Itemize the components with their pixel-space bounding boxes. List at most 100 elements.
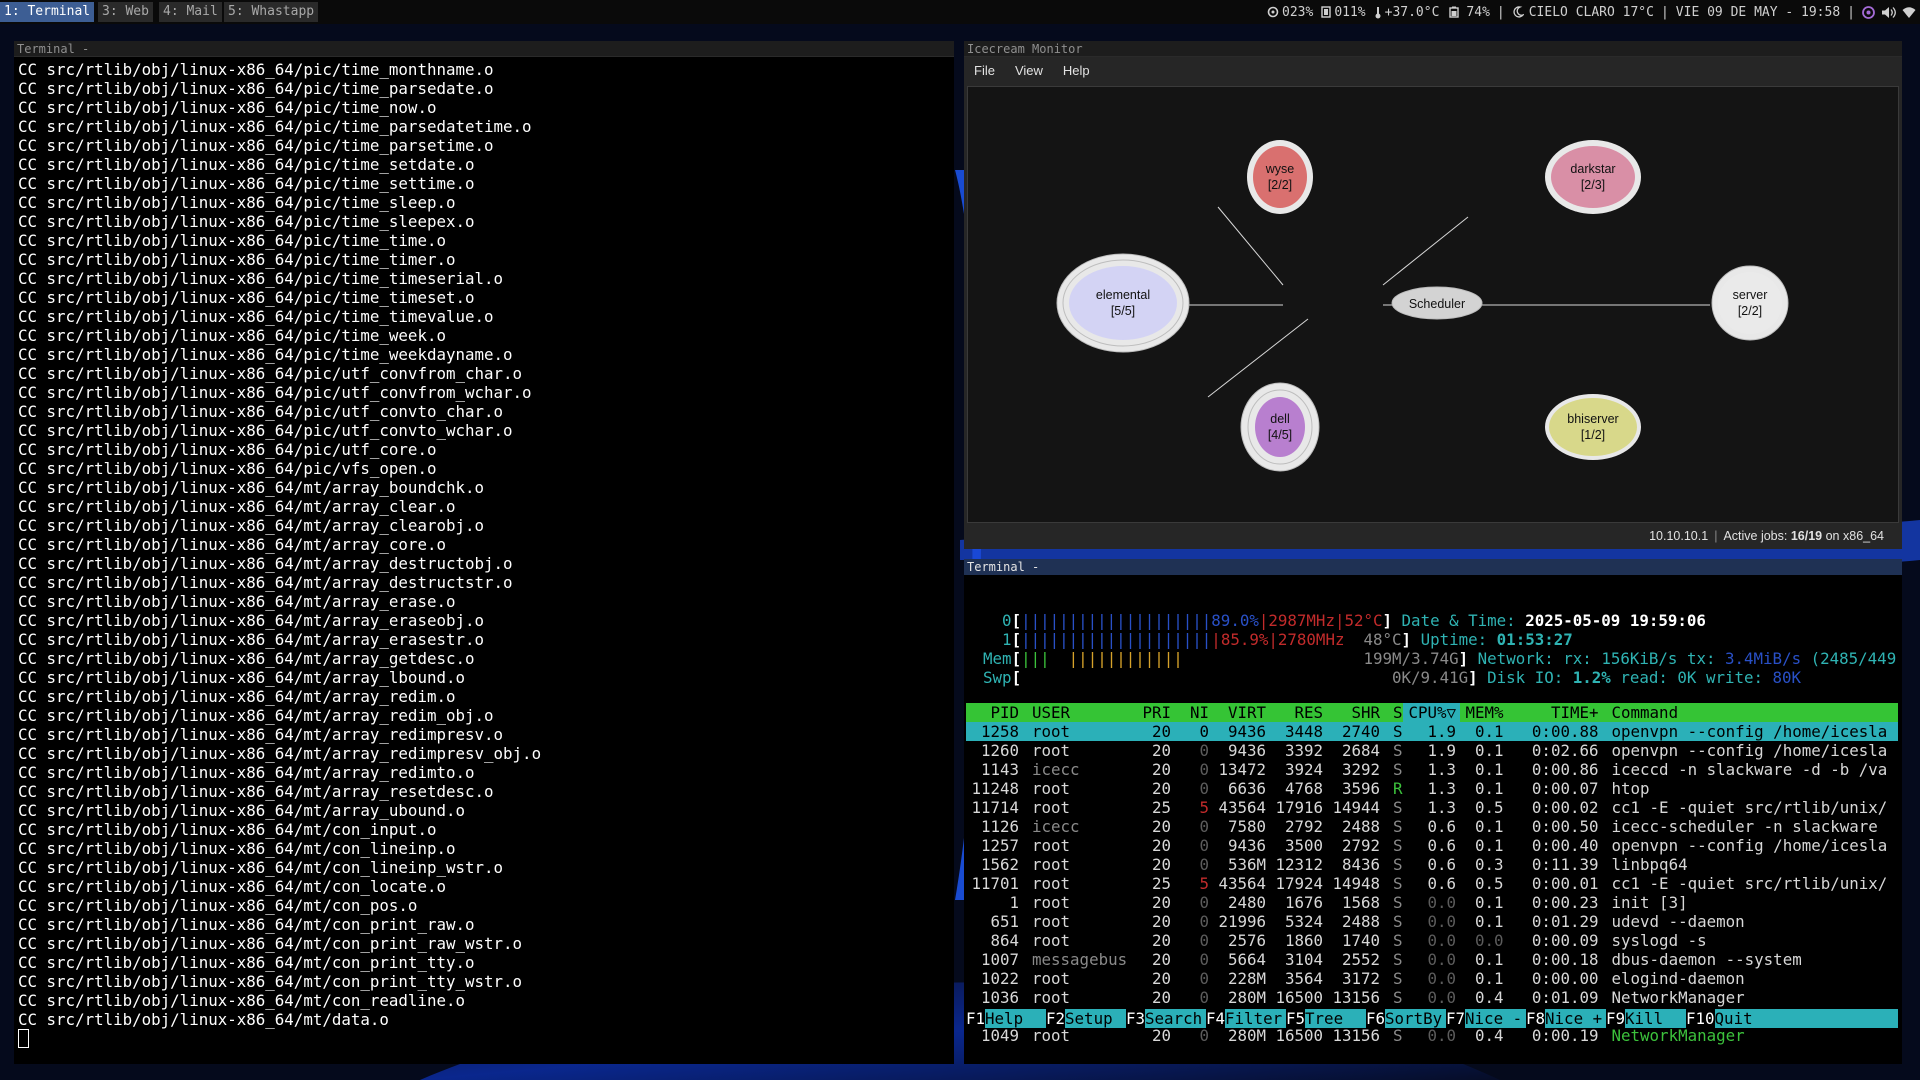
- node-dell[interactable]: dell [4/5]: [1240, 382, 1320, 472]
- build-line: CC src/rtlib/obj/linux-x86_64/pic/time_s…: [18, 174, 475, 193]
- process-row[interactable]: 1022 root 20 0 228M 3564 3172 S 0.0 0.1 0:00.00 elo…: [966, 969, 1898, 988]
- column-header-virt[interactable]: VIRT: [1213, 703, 1270, 722]
- node-darkstar[interactable]: darkstar [2/3]: [1545, 140, 1641, 214]
- cpu-status: 023%: [1267, 0, 1313, 24]
- column-header-mem[interactable]: MEM%: [1460, 703, 1508, 722]
- process-table-header[interactable]: PID USER PRI NI VIRT RES SHR S CPU%▽ MEM% TIME+ Com…: [966, 703, 1898, 722]
- column-header-cmd[interactable]: Command: [1603, 703, 1888, 722]
- node-jobs: [4/5]: [1268, 428, 1292, 442]
- process-row[interactable]: 1126 icecc 20 0 7580 2792 2488 S 0.6 0.1 0:00.50 ic…: [966, 817, 1898, 836]
- process-row[interactable]: 11714 root 25 5 43564 17916 14944 S 1.3 0.5 0:00.0…: [966, 798, 1898, 817]
- workspace-tab-5[interactable]: 5: Whastapp: [224, 2, 319, 22]
- column-header-pid[interactable]: PID: [966, 703, 1023, 722]
- process-row[interactable]: 1 root 20 0 2480 1676 1568 S 0.0 0.1 0:00.23 init […: [966, 893, 1898, 912]
- cell-shr: 2740: [1341, 722, 1380, 741]
- cell-cmd: cc1 -E -quiet src/rtlib/unix/: [1611, 874, 1888, 893]
- process-row[interactable]: 1257 root 20 0 9436 3500 2792 S 0.6 0.1 0:00.40 ope…: [966, 836, 1898, 855]
- process-row[interactable]: 11248 root 20 0 6636 4768 3596 R 1.3 0.1 0:00.07 ht…: [966, 779, 1898, 798]
- cell-virt: 5664: [1227, 950, 1266, 969]
- node-server[interactable]: server [2/2]: [1711, 265, 1789, 341]
- column-header-cpu[interactable]: CPU%▽: [1403, 703, 1460, 722]
- fkey-nice[interactable]: F8Nice +: [1526, 1009, 1606, 1028]
- column-header-shr[interactable]: SHR: [1327, 703, 1384, 722]
- node-name: dell: [1270, 412, 1289, 426]
- fkey-tree[interactable]: F5Tree: [1286, 1009, 1366, 1028]
- cell-virt: 536M: [1227, 855, 1266, 874]
- process-row[interactable]: 11701 root 25 5 43564 17924 14948 S 0.6 0.5 0:00.0…: [966, 874, 1898, 893]
- htop-view[interactable]: 0[||||||||||||||||||||89.0%|2987MHz|52°C…: [964, 575, 1902, 1064]
- column-header-pri[interactable]: PRI: [1128, 703, 1176, 722]
- cell-shr: 2792: [1341, 836, 1380, 855]
- cell-virt: 43564: [1218, 798, 1266, 817]
- fkey-kill[interactable]: F9Kill: [1606, 1009, 1686, 1028]
- cell-user: icecc: [1032, 760, 1080, 779]
- fkey-setup[interactable]: F2Setup: [1046, 1009, 1126, 1028]
- menu-view[interactable]: View: [1015, 63, 1043, 78]
- build-line: CC src/rtlib/obj/linux-x86_64/mt/con_pri…: [18, 953, 475, 972]
- tray-app-icon[interactable]: [1862, 5, 1875, 19]
- fkey-number: F6: [1366, 1009, 1386, 1028]
- cpu0-meter: 0[||||||||||||||||||||89.0%|2987MHz|52°C…: [1002, 611, 1706, 630]
- temp-status: +37.0°C: [1374, 0, 1439, 24]
- cell-cpu: 1.9: [1427, 741, 1456, 760]
- process-row[interactable]: 1007 messagebus 20 0 5664 3104 2552 S 0.0 0.1 0:00…: [966, 950, 1898, 969]
- icecream-monitor-window[interactable]: Icecream Monitor File View Help wyse [2/…: [964, 41, 1902, 549]
- process-row[interactable]: 1036 root 20 0 280M 16500 13156 S 0.0 0.4 0:01.09 N…: [966, 988, 1898, 1007]
- htop-terminal-window[interactable]: Terminal - 0[||||||||||||||||||||89.0%|2…: [964, 559, 1902, 1064]
- build-line: CC src/rtlib/obj/linux-x86_64/pic/time_p…: [18, 136, 494, 155]
- fkey-search[interactable]: F3Search: [1126, 1009, 1206, 1028]
- terminal-output[interactable]: CC src/rtlib/obj/linux-x86_64/pic/time_m…: [14, 57, 954, 1064]
- column-header-user[interactable]: USER: [1023, 703, 1128, 722]
- cell-virt: 2576: [1227, 931, 1266, 950]
- left-terminal-window[interactable]: Terminal - CC src/rtlib/obj/linux-x86_64…: [14, 41, 954, 1064]
- build-line: CC src/rtlib/obj/linux-x86_64/mt/array_l…: [18, 668, 465, 687]
- menu-help[interactable]: Help: [1063, 63, 1090, 78]
- fkey-quit[interactable]: F10Quit: [1686, 1009, 1786, 1028]
- cell-s: S: [1393, 741, 1403, 760]
- fkey-help[interactable]: F1Help: [966, 1009, 1046, 1028]
- process-row[interactable]: 1143 icecc 20 0 13472 3924 3292 S 1.3 0.1 0:00.86 i…: [966, 760, 1898, 779]
- menu-file[interactable]: File: [974, 63, 995, 78]
- cell-user: root: [1032, 988, 1071, 1007]
- process-row[interactable]: 651 root 20 0 21996 5324 2488 S 0.0 0.1 0:01.29 ude…: [966, 912, 1898, 931]
- fkey-filter[interactable]: F4Filter: [1206, 1009, 1286, 1028]
- volume-icon[interactable]: [1881, 6, 1896, 19]
- process-row[interactable]: 1260 root 20 0 9436 3392 2684 S 1.9 0.1 0:02.66 ope…: [966, 741, 1898, 760]
- node-name: bhiserver: [1567, 412, 1618, 426]
- process-row[interactable]: 1562 root 20 0 536M 12312 8436 S 0.6 0.3 0:11.39 li…: [966, 855, 1898, 874]
- fkey-sortby[interactable]: F6SortBy: [1366, 1009, 1446, 1028]
- column-header-s[interactable]: S: [1384, 703, 1403, 722]
- cell-pid: 1562: [980, 855, 1019, 874]
- workspace-tab-1[interactable]: 1: Terminal: [0, 2, 95, 22]
- node-wyse[interactable]: wyse [2/2]: [1247, 140, 1313, 214]
- process-row[interactable]: 864 root 20 0 2576 1860 1740 S 0.0 0.0 0:00.09 sysl…: [966, 931, 1898, 950]
- process-row[interactable]: 1049 root 20 0 280M 16500 13156 S 0.0 0.4 0:00.19 N…: [966, 1026, 1898, 1045]
- process-row[interactable]: 1258 root 20 0 9436 3448 2740 S 1.9 0.1 0:00.88 ope…: [966, 722, 1898, 741]
- workspace-tab-4[interactable]: 4: Mail: [159, 2, 222, 22]
- node-bhiserver[interactable]: bhiserver [1/2]: [1545, 394, 1641, 460]
- node-scheduler[interactable]: Scheduler: [1391, 286, 1483, 320]
- column-header-ni[interactable]: NI: [1175, 703, 1213, 722]
- node-name: Scheduler: [1409, 297, 1465, 311]
- build-line: CC src/rtlib/obj/linux-x86_64/pic/utf_co…: [18, 421, 513, 440]
- cell-time: 0:00.88: [1531, 722, 1599, 741]
- cell-cpu: 0.0: [1427, 931, 1456, 950]
- column-header-time[interactable]: TIME+: [1508, 703, 1603, 722]
- network-icon[interactable]: [1902, 6, 1916, 19]
- build-line: CC src/rtlib/obj/linux-x86_64/pic/time_t…: [18, 269, 504, 288]
- cell-s: S: [1393, 931, 1403, 950]
- workspace-tab-3[interactable]: 3: Web: [98, 2, 153, 22]
- window-title: Icecream Monitor: [964, 41, 1902, 57]
- cell-cmd: dbus-daemon --system: [1611, 950, 1802, 969]
- mem-meter: Mem[||| |||||||||||| 199M/3.74G] Network…: [983, 649, 1897, 668]
- cluster-graph[interactable]: wyse [2/2] darkstar [2/3] elemental [5/5…: [967, 86, 1899, 523]
- fkey-nice[interactable]: F7Nice -: [1446, 1009, 1526, 1028]
- cell-time: 0:00.86: [1531, 760, 1599, 779]
- column-header-res[interactable]: RES: [1270, 703, 1327, 722]
- cell-pid: 1007: [980, 950, 1019, 969]
- cell-cmd: elogind-daemon: [1611, 969, 1745, 988]
- cell-ni: 5: [1199, 874, 1209, 893]
- fkey-number: F7: [1446, 1009, 1466, 1028]
- cell-virt: 6636: [1227, 779, 1266, 798]
- node-elemental[interactable]: elemental [5/5]: [1056, 253, 1190, 353]
